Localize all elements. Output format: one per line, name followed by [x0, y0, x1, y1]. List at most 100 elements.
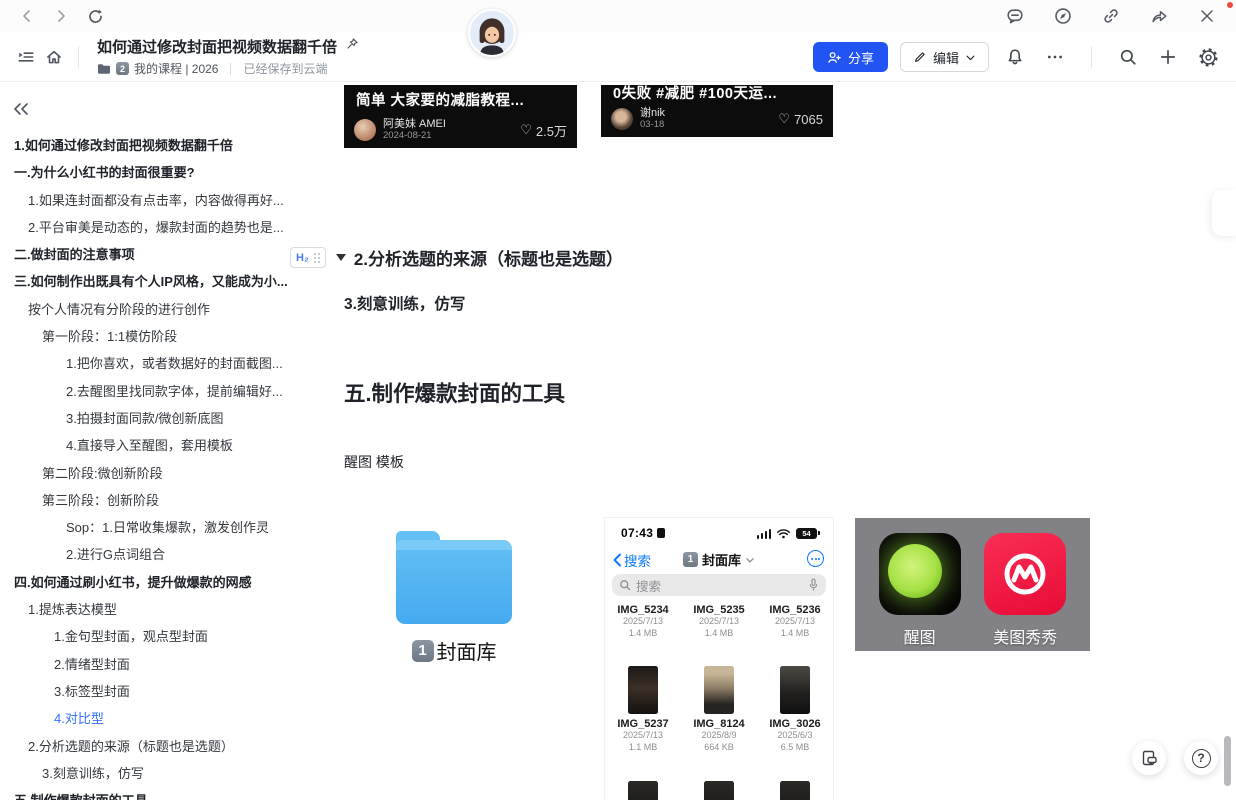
file-size: 1.4 MB	[681, 628, 757, 640]
outline-item[interactable]: 三.如何制作出既具有个人IP风格，又能成为小...	[0, 268, 292, 295]
outline-item[interactable]: 1.把你喜欢，或者数据好的封面截图...	[0, 350, 292, 377]
outline-item[interactable]: 第三阶段：创新阶段	[0, 487, 292, 514]
outline-item[interactable]: 3.刻意训练，仿写	[0, 760, 292, 787]
bell-icon[interactable]	[1001, 43, 1029, 71]
cover-card[interactable]: 0失败 #减肥 #100天运... 谢nik 03-18 ♡7065	[601, 85, 833, 137]
outline-item[interactable]: 1.提炼表达模型	[0, 596, 292, 623]
file-item: IMG_52342025/7/131.4 MB	[605, 604, 681, 639]
outline-item[interactable]: 2.分析选题的来源（标题也是选题）	[0, 733, 292, 760]
sidebar: 1.如何通过修改封面把视频数据翻千倍一.为什么小红书的封面很重要?1.如果连封面…	[0, 82, 292, 800]
outline-item[interactable]: 2.去醒图里找同款字体，提前编辑好...	[0, 378, 292, 405]
file-thumbnail	[704, 781, 734, 800]
outline-item[interactable]: 2.平台审美是动态的，爆款封面的趋势也是...	[0, 214, 292, 241]
title-block: 如何通过修改封面把视频数据翻千倍 2 我的课程 | 2026 已经保存到云端	[97, 36, 359, 77]
refresh-icon[interactable]	[82, 3, 108, 29]
outline-item[interactable]: Sop：1.日常收集爆款，激发创作灵	[0, 514, 292, 541]
app-xingtu: 醒图	[879, 533, 961, 648]
link-icon[interactable]	[1098, 3, 1124, 29]
wifi-icon	[776, 528, 791, 539]
apps-image[interactable]: 醒图 美图秀秀	[855, 518, 1090, 651]
outline-item[interactable]: 3.拍摄封面同款/微创新底图	[0, 405, 292, 432]
breadcrumb[interactable]: 2 我的课程 | 2026 已经保存到云端	[97, 60, 359, 77]
outline-item[interactable]: 一.为什么小红书的封面很重要?	[0, 159, 292, 186]
heart-icon: ♡	[520, 122, 532, 138]
outline-item[interactable]: 4.对比型	[0, 705, 292, 732]
outline-item[interactable]: 第一阶段：1:1模仿阶段	[0, 323, 292, 350]
share-page-icon[interactable]	[1146, 3, 1172, 29]
side-panel-edge[interactable]	[1212, 190, 1236, 236]
phone-screenshot-image[interactable]: 07:43 54 搜索 1 封面库 搜索 IMG_52	[605, 518, 833, 800]
file-size: 1.4 MB	[757, 628, 833, 640]
file-name: IMG_8124	[681, 718, 757, 730]
more-icon[interactable]	[1041, 43, 1069, 71]
heading-level-badge[interactable]: H₂	[290, 247, 326, 268]
cover-title: 0失败 #减肥 #100天运...	[601, 85, 833, 103]
file-row: IMG_52342025/7/131.4 MBIMG_52352025/7/13…	[605, 604, 833, 639]
feedback-button[interactable]	[1132, 741, 1166, 775]
file-item: IMG_52352025/7/131.4 MB	[681, 604, 757, 639]
notification-dot	[1227, 2, 1233, 8]
outline-item[interactable]: 1.如何通过修改封面把视频数据翻千倍	[0, 132, 292, 159]
phone-status-bar: 07:43 54	[605, 524, 833, 542]
pin-icon[interactable]	[345, 37, 359, 56]
outline-item[interactable]: 1.如果连封面都没有点击率，内容做得再好...	[0, 187, 292, 214]
file-name: IMG_3026	[757, 718, 833, 730]
file-item	[605, 781, 681, 800]
share-button[interactable]: 分享	[813, 42, 888, 72]
avatar[interactable]	[468, 9, 516, 57]
file-date: 2025/6/3	[757, 730, 833, 742]
folder-image[interactable]: 1 封面库	[388, 528, 520, 665]
file-name: IMG_5237	[605, 718, 681, 730]
file-date: 2025/8/9	[681, 730, 757, 742]
keycap-1-icon: 1	[683, 552, 698, 567]
author-avatar	[611, 108, 633, 130]
collapse-arrow-icon[interactable]	[336, 254, 346, 261]
comment-icon[interactable]	[1002, 3, 1028, 29]
back-icon[interactable]	[14, 3, 40, 29]
outline-item[interactable]: 2.情绪型封面	[0, 651, 292, 678]
cover-title: 简单 大家要的减脂教程...	[344, 85, 577, 110]
divider	[230, 63, 231, 75]
section-heading: 2.分析选题的来源（标题也是选题）	[354, 245, 623, 270]
outline-item[interactable]: 1.金句型封面，观点型封面	[0, 623, 292, 650]
close-icon[interactable]	[1194, 3, 1220, 29]
outline-toggle-icon[interactable]	[12, 43, 40, 71]
file-date: 2025/7/13	[605, 616, 681, 628]
forward-icon[interactable]	[48, 3, 74, 29]
file-item	[757, 781, 833, 800]
likes-count: ♡7065	[778, 111, 823, 127]
collapse-sidebar-icon[interactable]	[12, 100, 34, 118]
author-avatar	[354, 119, 376, 141]
folder-label: 1 封面库	[388, 636, 520, 665]
help-button[interactable]: ?	[1184, 741, 1218, 775]
outline-item[interactable]: 五.制作爆款封面的工具	[0, 787, 292, 800]
post-date: 2024-08-21	[383, 131, 446, 142]
pencil-icon	[913, 50, 927, 64]
outline-item[interactable]: 3.标签型封面	[0, 678, 292, 705]
file-item	[681, 781, 757, 800]
outline-item[interactable]: 四.如何通过刷小红书，提升做爆款的网感	[0, 569, 292, 596]
cover-card[interactable]: 简单 大家要的减脂教程... 阿美妹 AMEI 2024-08-21 ♡2.5万	[344, 85, 577, 148]
outline-item[interactable]: 第二阶段:微创新阶段	[0, 460, 292, 487]
file-item: IMG_52362025/7/131.4 MB	[757, 604, 833, 639]
edit-button[interactable]: 编辑	[900, 42, 989, 72]
outline-item[interactable]: 二.做封面的注意事项	[0, 241, 292, 268]
file-row: IMG_52372025/7/131.1 MBIMG_81242025/8/96…	[605, 666, 833, 753]
phone-nav-bar: 搜索 1 封面库	[605, 550, 833, 570]
battery-icon: 54	[796, 528, 817, 539]
scrollbar[interactable]	[1224, 736, 1231, 786]
signal-icon	[757, 529, 772, 539]
folder-small-icon	[97, 63, 111, 75]
outline-item[interactable]: 2.进行G点词组合	[0, 541, 292, 568]
file-row	[605, 781, 833, 800]
compass-icon[interactable]	[1050, 3, 1076, 29]
home-icon[interactable]	[40, 43, 68, 71]
outline-item[interactable]: 按个人情况有分阶段的进行创作	[0, 296, 292, 323]
meitu-app-icon	[984, 533, 1066, 615]
browser-bar	[0, 0, 1236, 32]
settings-gear-icon[interactable]	[1194, 43, 1222, 71]
drag-handle-icon[interactable]	[313, 252, 320, 264]
outline-item[interactable]: 4.直接导入至醒图，套用模板	[0, 432, 292, 459]
search-icon[interactable]	[1114, 43, 1142, 71]
add-icon[interactable]	[1154, 43, 1182, 71]
